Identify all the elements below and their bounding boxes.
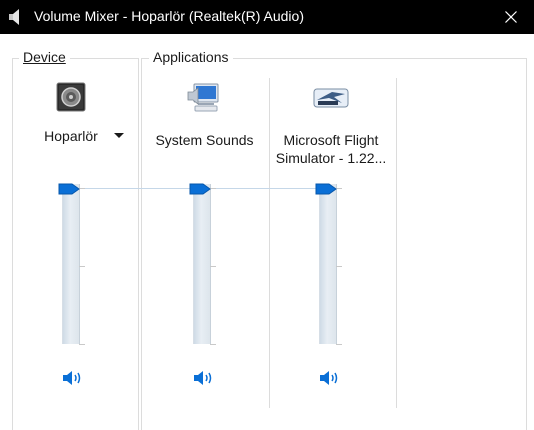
flight-simulator-volume-thumb[interactable] bbox=[315, 182, 337, 196]
window-title: Volume Mixer - Hoparlör (Realtek(R) Audi… bbox=[34, 8, 304, 24]
title-bar: Volume Mixer - Hoparlör (Realtek(R) Audi… bbox=[0, 0, 534, 34]
slider-tick bbox=[336, 344, 342, 345]
system-sounds-volume-thumb[interactable] bbox=[189, 182, 211, 196]
app-name-line2: Simulator - 1.22... bbox=[275, 150, 387, 166]
device-mute-button[interactable] bbox=[61, 369, 83, 387]
column-divider bbox=[269, 78, 270, 408]
slider-tick bbox=[79, 266, 85, 267]
slider-tick bbox=[210, 344, 216, 345]
flight-simulator-mute-button[interactable] bbox=[318, 369, 340, 387]
system-sounds-volume-slider[interactable] bbox=[193, 184, 211, 344]
close-icon bbox=[505, 11, 517, 23]
speaker-device-icon[interactable] bbox=[56, 82, 86, 112]
app-name-flight-simulator: Microsoft Flight Simulator - 1.22... bbox=[272, 131, 390, 167]
system-sounds-icon[interactable] bbox=[186, 82, 222, 116]
slider-link-line bbox=[79, 188, 191, 189]
device-volume-slider[interactable] bbox=[62, 184, 80, 344]
slider-tick bbox=[210, 266, 216, 267]
flight-simulator-volume-slider[interactable] bbox=[319, 184, 337, 344]
column-divider bbox=[396, 78, 397, 408]
app-name-system-sounds: System Sounds bbox=[155, 132, 254, 148]
slider-link-line bbox=[211, 188, 316, 189]
device-group-label: Device bbox=[19, 49, 70, 65]
system-sounds-mute-button[interactable] bbox=[192, 369, 214, 387]
app-name-line1: Microsoft Flight bbox=[283, 132, 379, 148]
device-select[interactable]: Hoparlör bbox=[30, 126, 130, 146]
device-name: Hoparlör bbox=[44, 128, 98, 144]
slider-tick bbox=[79, 344, 85, 345]
chevron-down-icon bbox=[114, 133, 124, 138]
flight-simulator-icon[interactable] bbox=[312, 86, 350, 110]
close-button[interactable] bbox=[488, 0, 534, 34]
device-volume-thumb[interactable] bbox=[58, 182, 80, 196]
speaker-icon bbox=[9, 9, 19, 25]
applications-group-label: Applications bbox=[149, 49, 233, 65]
slider-tick bbox=[336, 266, 342, 267]
